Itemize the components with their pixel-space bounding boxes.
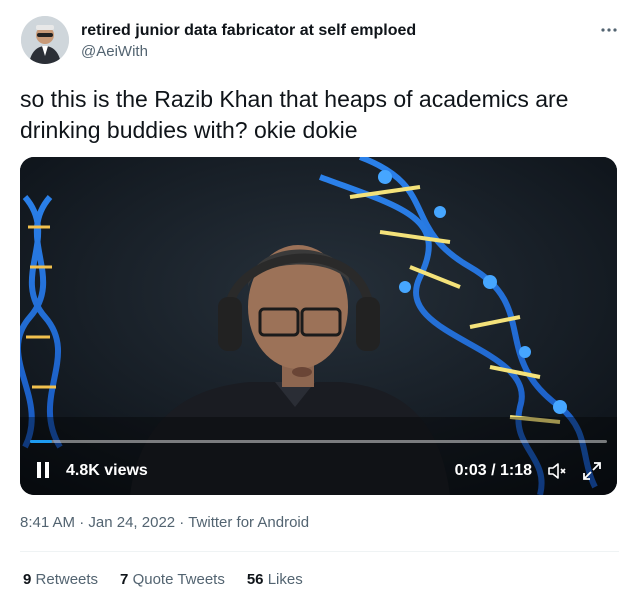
retweets-stat[interactable]: 9 Retweets	[23, 571, 98, 588]
meta-separator: ·	[75, 514, 89, 531]
video-frame	[20, 157, 617, 495]
tweet-date[interactable]: Jan 24, 2022	[88, 514, 175, 531]
fullscreen-icon[interactable]	[581, 460, 603, 482]
author-display-name[interactable]: retired junior data fabricator at self e…	[81, 21, 416, 41]
meta-separator: ·	[175, 514, 189, 531]
likes-count: 56	[246, 571, 264, 588]
tweet-card: retired junior data fabricator at self e…	[0, 0, 639, 602]
video-progress-fill	[30, 440, 52, 443]
video-time: 0:03 / 1:18	[454, 462, 532, 479]
avatar[interactable]	[21, 16, 69, 64]
quote-tweets-stat[interactable]: 7 Quote Tweets	[120, 571, 225, 588]
retweets-count: 9	[23, 571, 32, 588]
tweet-time[interactable]: 8:41 AM	[20, 514, 75, 531]
tweet-stats: 9 Retweets 7 Quote Tweets 56 Likes	[23, 571, 303, 588]
pause-icon[interactable]	[36, 461, 50, 479]
quote-tweets-label: Quote Tweets	[132, 571, 225, 588]
video-progress-bar[interactable]	[30, 440, 607, 443]
quote-tweets-count: 7	[120, 571, 129, 588]
video-player[interactable]: 4.8K views 0:03 / 1:18	[20, 157, 617, 495]
tweet-text: so this is the Razib Khan that heaps of …	[20, 86, 569, 143]
author-handle[interactable]: @AeiWith	[81, 42, 148, 62]
likes-label: Likes	[267, 571, 303, 588]
more-icon[interactable]	[599, 20, 619, 40]
retweets-label: Retweets	[35, 571, 99, 588]
likes-stat[interactable]: 56 Likes	[247, 571, 303, 588]
divider	[20, 551, 619, 552]
tweet-source[interactable]: Twitter for Android	[188, 514, 309, 531]
mute-icon[interactable]	[546, 460, 568, 482]
tweet-metadata: 8:41 AM · Jan 24, 2022 · Twitter for And…	[20, 514, 309, 531]
video-view-count: 4.8K views	[66, 462, 148, 479]
